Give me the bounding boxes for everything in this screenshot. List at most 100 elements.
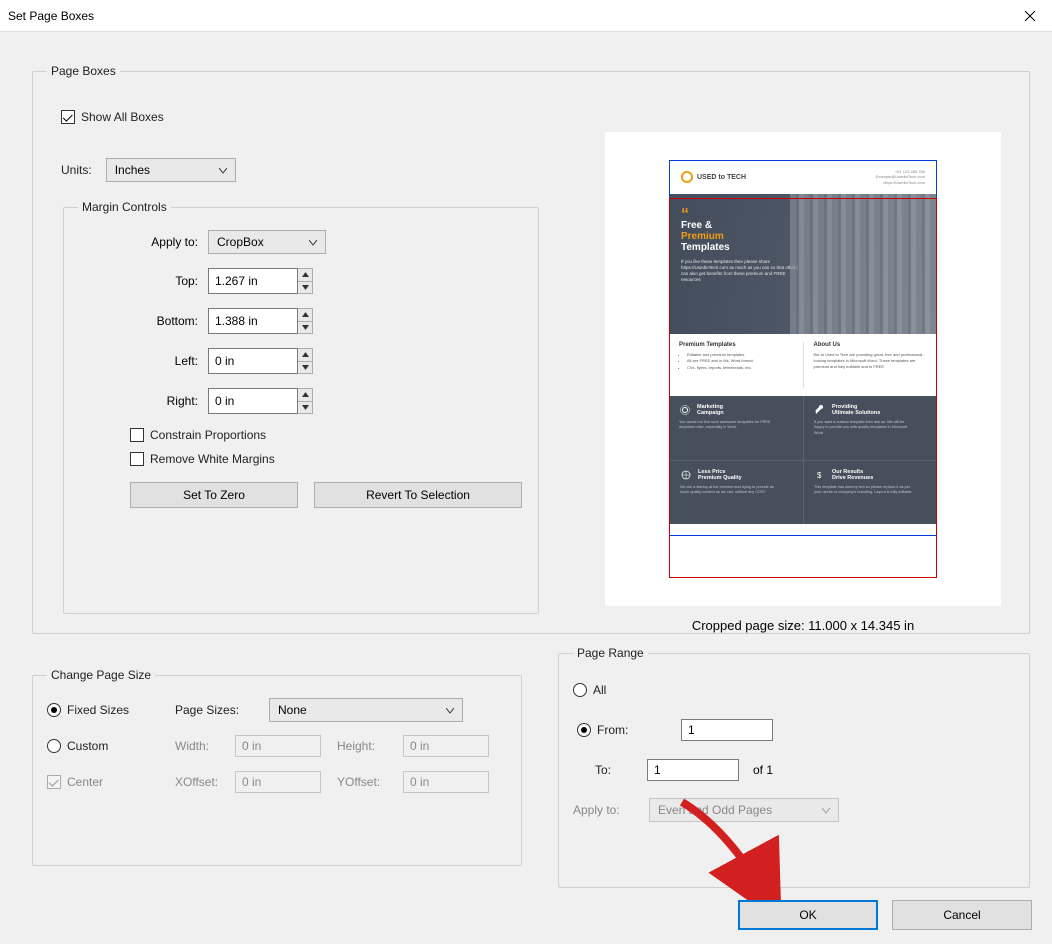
pagerange-all-radio[interactable]: All xyxy=(573,683,606,697)
wrench-icon xyxy=(814,404,826,416)
right-spin[interactable] xyxy=(208,388,313,414)
remove-white-margins-checkbox[interactable]: Remove White Margins xyxy=(130,452,526,466)
spin-up-icon[interactable] xyxy=(298,269,312,281)
chevron-down-icon xyxy=(818,803,834,817)
height-input xyxy=(403,735,489,757)
width-input xyxy=(235,735,321,757)
remove-white-label: Remove White Margins xyxy=(150,452,275,466)
units-label: Units: xyxy=(61,163,92,177)
gear-icon xyxy=(679,404,691,416)
radio-icon xyxy=(577,723,591,737)
page-sizes-value: None xyxy=(278,703,307,717)
chevron-down-icon xyxy=(215,163,231,177)
spin-down-icon[interactable] xyxy=(298,321,312,334)
flyer-brand: USED to TECH xyxy=(697,174,746,181)
pagerange-to-input[interactable] xyxy=(647,759,739,781)
constrain-proportions-checkbox[interactable]: Constrain Proportions xyxy=(130,428,526,442)
page-sizes-label: Page Sizes: xyxy=(175,703,269,717)
radio-icon xyxy=(573,683,587,697)
preview-document: USED to TECH +61 123 456 789 Example@Use… xyxy=(669,160,937,536)
group-page-boxes: Page Boxes Show All Boxes Units: Inches … xyxy=(32,64,1030,634)
pagerange-all-label: All xyxy=(593,683,606,697)
group-margin-controls: Margin Controls Apply to: CropBox Top: xyxy=(63,200,539,614)
checkbox-icon xyxy=(61,110,75,124)
center-checkbox: Center xyxy=(47,775,175,789)
applyto-value: CropBox xyxy=(217,235,264,249)
spin-down-icon[interactable] xyxy=(298,401,312,414)
units-value: Inches xyxy=(115,163,150,177)
spin-buttons[interactable] xyxy=(298,308,313,334)
spin-up-icon[interactable] xyxy=(298,389,312,401)
checkbox-icon xyxy=(47,775,61,789)
group-change-page-size: Change Page Size Fixed Sizes Page Sizes:… xyxy=(32,668,522,866)
custom-label: Custom xyxy=(67,739,108,753)
bottom-spin[interactable] xyxy=(208,308,313,334)
pagerange-of-text: of 1 xyxy=(753,763,773,777)
revert-to-selection-button[interactable]: Revert To Selection xyxy=(314,482,522,508)
radio-icon xyxy=(47,739,61,753)
custom-radio[interactable]: Custom xyxy=(47,739,175,753)
height-label: Height: xyxy=(337,739,403,753)
right-label: Right: xyxy=(78,394,198,408)
spin-buttons[interactable] xyxy=(298,268,313,294)
left-spin[interactable] xyxy=(208,348,313,374)
flyer-contact: +61 123 456 789 Example@UsedtoTech.com h… xyxy=(876,169,925,185)
cropped-page-size-text: Cropped page size: 11.000 x 14.345 in xyxy=(605,618,1001,633)
show-all-boxes-checkbox[interactable]: Show All Boxes xyxy=(61,110,164,124)
units-combo[interactable]: Inches xyxy=(106,158,236,182)
pagerange-applyto-label: Apply to: xyxy=(573,803,649,817)
legend-change-page-size: Change Page Size xyxy=(47,668,155,682)
titlebar: Set Page Boxes xyxy=(0,0,1052,32)
applyto-label: Apply to: xyxy=(78,235,198,249)
window-title: Set Page Boxes xyxy=(8,9,94,23)
globe-icon xyxy=(680,469,692,481)
bottom-input[interactable] xyxy=(208,308,298,334)
svg-text:$: $ xyxy=(817,471,822,480)
fixed-sizes-label: Fixed Sizes xyxy=(67,703,129,717)
constrain-label: Constrain Proportions xyxy=(150,428,266,442)
top-label: Top: xyxy=(78,274,198,288)
show-all-boxes-label: Show All Boxes xyxy=(81,110,164,124)
top-input[interactable] xyxy=(208,268,298,294)
legend-page-range: Page Range xyxy=(573,646,648,660)
ok-button[interactable]: OK xyxy=(738,900,878,930)
spin-up-icon[interactable] xyxy=(298,349,312,361)
yoffset-label: YOffset: xyxy=(337,775,403,789)
spin-buttons[interactable] xyxy=(298,388,313,414)
xoffset-label: XOffset: xyxy=(175,775,235,789)
cancel-button[interactable]: Cancel xyxy=(892,900,1032,930)
dollar-icon: $ xyxy=(814,469,826,481)
checkbox-icon xyxy=(130,452,144,466)
spin-up-icon[interactable] xyxy=(298,309,312,321)
legend-page-boxes: Page Boxes xyxy=(47,64,120,78)
applyto-combo[interactable]: CropBox xyxy=(208,230,326,254)
pagerange-applyto-value: Even and Odd Pages xyxy=(658,803,772,817)
spin-down-icon[interactable] xyxy=(298,281,312,294)
close-icon xyxy=(1024,10,1036,22)
bottom-label: Bottom: xyxy=(78,314,198,328)
checkbox-icon xyxy=(130,428,144,442)
fixed-sizes-radio[interactable]: Fixed Sizes xyxy=(47,703,175,717)
set-to-zero-button[interactable]: Set To Zero xyxy=(130,482,298,508)
logo-icon xyxy=(681,171,693,183)
pagerange-from-input[interactable] xyxy=(681,719,773,741)
preview-sheet: USED to TECH +61 123 456 789 Example@Use… xyxy=(669,160,937,578)
pagerange-to-label: To: xyxy=(595,763,647,777)
chevron-down-icon xyxy=(442,703,458,717)
pagerange-from-label: From: xyxy=(597,723,628,737)
chevron-down-icon xyxy=(305,235,321,249)
legend-margin-controls: Margin Controls xyxy=(78,200,171,214)
width-label: Width: xyxy=(175,739,235,753)
left-input[interactable] xyxy=(208,348,298,374)
spin-down-icon[interactable] xyxy=(298,361,312,374)
pagerange-applyto-combo: Even and Odd Pages xyxy=(649,798,839,822)
pagerange-from-radio[interactable]: From: xyxy=(573,723,663,737)
group-page-range: Page Range All From: To: of 1 Apply to: … xyxy=(558,646,1030,888)
spin-buttons[interactable] xyxy=(298,348,313,374)
center-label: Center xyxy=(67,775,103,789)
close-button[interactable] xyxy=(1016,4,1044,28)
right-input[interactable] xyxy=(208,388,298,414)
top-spin[interactable] xyxy=(208,268,313,294)
yoffset-input xyxy=(403,771,489,793)
page-sizes-combo[interactable]: None xyxy=(269,698,463,722)
